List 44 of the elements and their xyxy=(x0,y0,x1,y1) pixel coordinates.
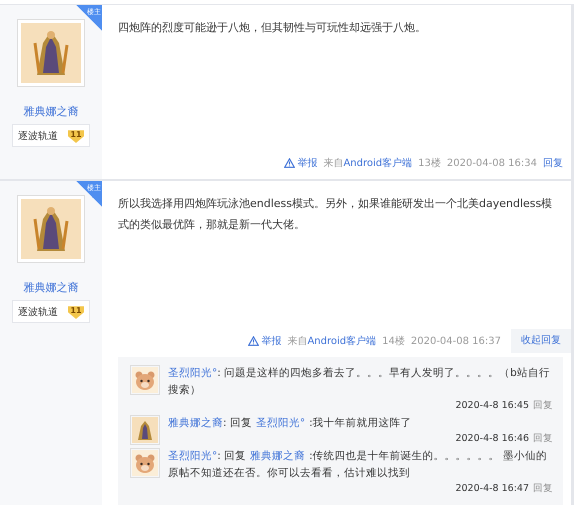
floor-number: 13楼 xyxy=(418,156,441,170)
comment-reply-link[interactable]: 回复 xyxy=(533,399,553,413)
comment-text: 圣烈阳光°: 回复 雅典娜之裔 :传统四也是十年前诞生的。。。。。。 墨小仙的原帖不知道还在否。你可以去看看，估计难以找到 xyxy=(168,449,548,481)
comment-time: 2020-4-8 16:47 xyxy=(455,482,529,496)
level-tag[interactable]: 逐波轨道 11 xyxy=(12,124,90,147)
level-badge: 11 xyxy=(68,128,84,143)
collapse-replies-button[interactable]: 收起回复 xyxy=(511,329,571,353)
comment-reply-link[interactable]: 回复 xyxy=(533,482,553,496)
warning-icon xyxy=(284,158,296,168)
post-text: 四炮阵的烈度可能逊于八炮，但其韧性与可玩性却远强于八炮。 xyxy=(118,20,427,36)
commenter-link[interactable]: 雅典娜之裔 xyxy=(168,417,223,429)
post-time: 2020-04-08 16:34 xyxy=(446,158,537,168)
report-link[interactable]: 举报 xyxy=(284,156,318,170)
level-badge: 11 xyxy=(68,304,84,319)
reply-link[interactable]: 回复 xyxy=(543,156,563,170)
figure-icon xyxy=(132,417,158,443)
commenter-link[interactable]: 圣烈阳光° xyxy=(168,450,218,462)
report-link[interactable]: 举报 xyxy=(248,334,282,348)
source-label: 来自 xyxy=(323,156,344,170)
post-text: 所以我选择用四炮阵玩泳池endless模式。另外，如果谁能研发出一个北美dayendless模式的类似最优阵，那就是新一代大佬。 xyxy=(118,196,554,233)
level-title: 逐波轨道 xyxy=(18,306,58,318)
client-link[interactable]: Android客户端 xyxy=(307,334,376,348)
level-title: 逐波轨道 xyxy=(18,130,58,142)
comment-time: 2020-4-8 16:46 xyxy=(455,432,529,446)
mention-link[interactable]: 雅典娜之裔 xyxy=(250,450,306,462)
level-tag[interactable]: 逐波轨道 11 xyxy=(12,300,90,323)
comment-text: 圣烈阳光°: 问题是这样的四炮多着去了。。。早有人发明了。。。。（b站自行搜索） xyxy=(168,366,551,398)
commenter-link[interactable]: 圣烈阳光° xyxy=(168,367,218,379)
comment-reply-link[interactable]: 回复 xyxy=(533,432,553,446)
comment-avatar[interactable] xyxy=(130,415,160,445)
client-link[interactable]: Android客户端 xyxy=(343,156,412,170)
avatar-drawing[interactable] xyxy=(17,195,85,263)
warning-icon xyxy=(248,336,260,346)
author-link[interactable]: 雅典娜之裔 xyxy=(24,104,78,119)
comment-time: 2020-4-8 16:45 xyxy=(455,399,529,413)
avatar-drawing[interactable] xyxy=(17,19,85,87)
bear-icon xyxy=(132,450,158,476)
comment-text: 雅典娜之裔: 回复 圣烈阳光° :我十年前就用这阵了 xyxy=(168,416,413,431)
post-time: 2020-04-08 16:37 xyxy=(410,336,501,346)
bear-icon xyxy=(132,367,158,393)
mention-link[interactable]: 圣烈阳光° xyxy=(256,417,306,429)
floor-number: 14楼 xyxy=(382,334,405,348)
author-link[interactable]: 雅典娜之裔 xyxy=(24,280,78,295)
source-label: 来自 xyxy=(287,334,308,348)
